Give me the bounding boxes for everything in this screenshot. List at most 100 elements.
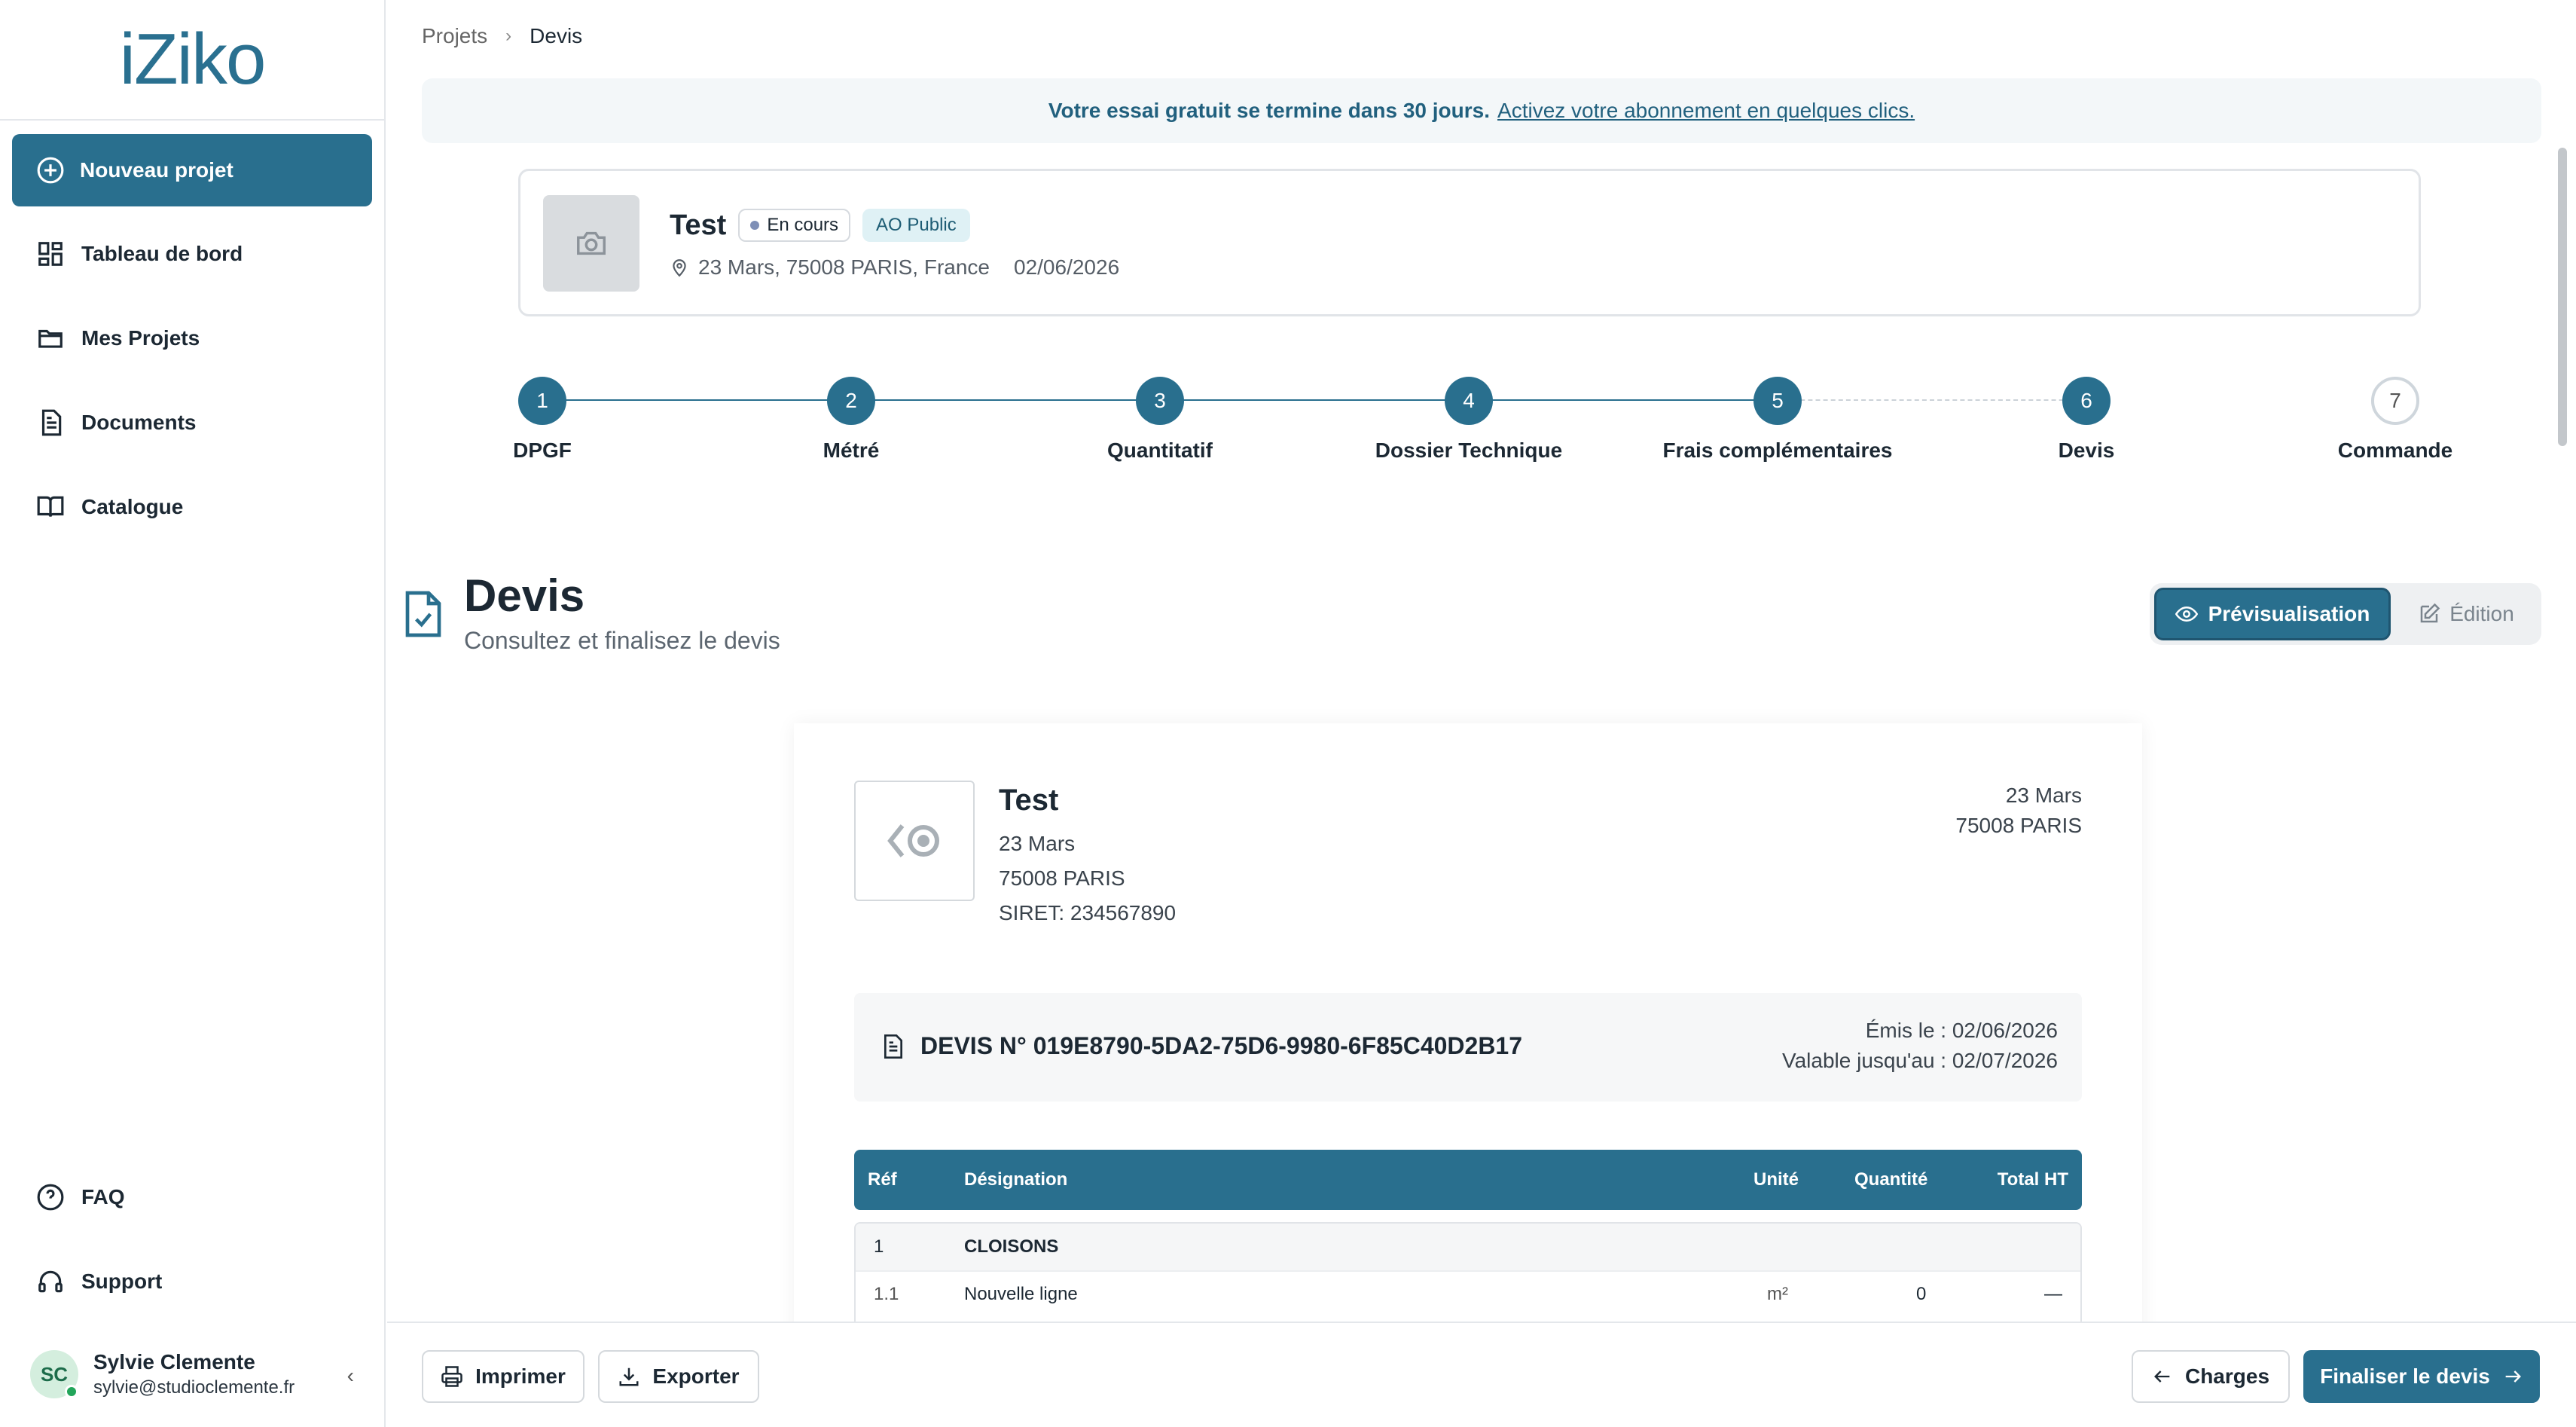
map-pin-icon [673,259,686,277]
export-label: Exporter [652,1364,740,1388]
step-4-circle[interactable]: 4 [1445,377,1493,425]
trial-message: Votre essai gratuit se termine dans 30 j… [1048,99,1491,122]
client-city: 75008 PARIS [1955,814,2082,837]
step-1-label[interactable]: DPGF [513,438,572,463]
page-title: Devis [464,570,585,621]
project-type-badge: AO Public [862,209,970,242]
print-button[interactable]: Imprimer [422,1350,584,1403]
company-street: 23 Mars [999,832,1076,855]
quote-issued-date: Émis le : 02/06/2026 [1865,1019,2058,1042]
row-designation: Nouvelle ligne [964,1284,1078,1304]
row-total: — [2044,1284,2062,1304]
printer-icon [441,1366,462,1387]
user-email: sylvie@studioclemente.fr [93,1377,295,1398]
print-label: Imprimer [475,1364,566,1388]
trial-banner: Votre essai gratuit se termine dans 30 j… [422,78,2541,143]
breadcrumb-projects-link[interactable]: Projets [422,24,487,48]
step-3-label[interactable]: Quantitatif [1107,438,1213,463]
row-ref: 1.1 [874,1284,899,1304]
user-profile[interactable]: SC Sylvie Clemente sylvie@studioclemente… [0,1322,386,1427]
project-date: 02/06/2026 [1014,255,1120,279]
main-content: Projets › Devis Votre essai gratuit se t… [387,0,2576,1427]
sidebar-item-label: Support [81,1270,163,1293]
sidebar-item-label: Documents [81,411,197,434]
step-2-circle[interactable]: 2 [827,377,875,425]
client-street: 23 Mars [2005,784,2082,807]
workflow-stepper: 1 2 3 4 5 6 7 DPGF Métré Quantitatif Dos… [387,374,2576,472]
sidebar: iZiko Nouveau projet Tableau de bord Mes… [0,0,386,1427]
chevron-right-icon: › [505,26,512,46]
company-name: Test [999,784,1059,817]
step-5-label[interactable]: Frais complémentaires [1662,438,1892,463]
online-status-dot [65,1385,78,1398]
subscribe-link[interactable]: Activez votre abonnement en quelques cli… [1497,99,1915,123]
document-icon [884,1034,902,1059]
step-4-label[interactable]: Dossier Technique [1375,438,1562,463]
finalize-label: Finaliser le devis [2320,1364,2490,1388]
group-ref: 1 [874,1236,884,1257]
headset-icon [38,1270,63,1293]
step-6-circle[interactable]: 6 [2062,377,2111,425]
quote-valid-until: Valable jusqu'au : 02/07/2026 [1781,1049,2058,1072]
status-badge: En cours [738,209,851,242]
column-total: Total HT [1997,1169,2068,1190]
collapse-sidebar-icon[interactable]: ‹ [347,1364,354,1388]
page-subtitle: Consultez et finalisez le devis [464,627,780,654]
status-label: En cours [767,215,839,235]
user-name: Sylvie Clemente [93,1350,255,1374]
quote-dates: Émis le : 02/06/2026 Valable jusqu'au : … [1782,1016,2058,1076]
step-3-circle[interactable]: 3 [1136,377,1184,425]
sidebar-item-label: Catalogue [81,495,184,518]
finalize-quote-button[interactable]: Finaliser le devis [2303,1350,2540,1403]
sidebar-item-dashboard[interactable]: Tableau de bord [12,220,372,288]
project-title-row: Test En cours AO Public [670,209,970,242]
quote-number: DEVIS N° 019E8790-5DA2-75D6-9980-6F85C40… [920,1032,1523,1059]
project-address: 23 Mars, 75008 PARIS, France [698,255,990,279]
quote-table-header: Réf Désignation Unité Quantité Total HT [854,1150,2082,1210]
help-circle-icon [37,1184,64,1211]
column-unit: Unité [1753,1169,1799,1190]
dashboard-icon [38,242,63,266]
step-2-label[interactable]: Métré [823,438,880,463]
back-to-charges-button[interactable]: Charges [2132,1350,2290,1403]
sidebar-item-faq[interactable]: FAQ [12,1163,372,1231]
preview-mode-label: Prévisualisation [2208,602,2370,625]
status-dot [750,221,760,230]
group-designation: CLOISONS [964,1236,1059,1257]
stepper-remaining-line [1778,399,2086,401]
document-icon [41,409,62,436]
step-7-label[interactable]: Commande [2338,438,2452,463]
column-designation: Désignation [964,1169,1068,1190]
sidebar-item-support[interactable]: Support [12,1248,372,1315]
logo-text: iZiko [119,19,267,99]
sidebar-item-catalogue[interactable]: Catalogue [12,473,372,541]
step-1-circle[interactable]: 1 [518,377,566,425]
avatar-initials: SC [40,1362,69,1386]
book-icon [37,496,64,517]
step-7-circle[interactable]: 7 [2371,377,2419,425]
row-unit: m² [1767,1284,1788,1304]
scrollbar[interactable] [2558,148,2567,446]
action-footer: Imprimer Exporter Charges Finaliser le d… [387,1322,2576,1427]
back-label: Charges [2184,1364,2270,1388]
sidebar-item-documents[interactable]: Documents [12,389,372,457]
table-group-row[interactable]: 1 CLOISONS [856,1224,2080,1270]
user-info: Sylvie Clemente sylvie@studioclemente.fr [93,1350,295,1398]
logo[interactable]: iZiko [0,0,384,121]
export-button[interactable]: Exporter [598,1350,759,1403]
company-city: 75008 PARIS [999,866,1125,890]
edit-mode-button[interactable]: Édition [2395,588,2537,640]
download-icon [619,1367,639,1386]
step-6-label[interactable]: Devis [2059,438,2115,463]
quote-number-row: DEVIS N° 019E8790-5DA2-75D6-9980-6F85C40… [881,1032,1522,1060]
table-row[interactable]: 1.1 Nouvelle ligne m² 0 — [856,1270,2080,1317]
company-siret: SIRET: 234567890 [999,901,1177,924]
new-project-label: Nouveau projet [80,158,233,182]
preview-mode-button[interactable]: Prévisualisation [2154,588,2391,640]
sidebar-item-projects[interactable]: Mes Projets [12,304,372,372]
step-5-circle[interactable]: 5 [1753,377,1802,425]
arrow-right-icon [2505,1370,2521,1383]
project-thumbnail[interactable] [543,195,639,292]
camera-icon [577,231,606,255]
new-project-button[interactable]: Nouveau projet [12,134,372,206]
